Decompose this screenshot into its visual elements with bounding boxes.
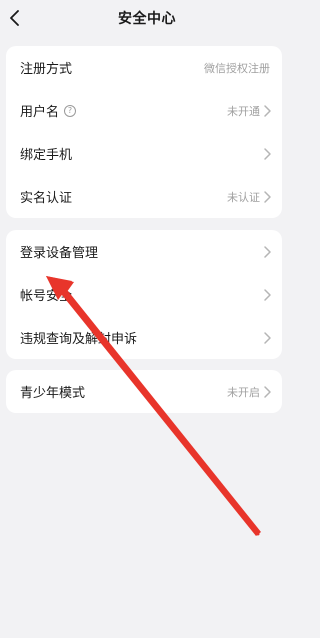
account-info-card: 注册方式 微信授权注册 用户名 ? 未开通 绑定手机 实名认证 未认证 (6, 46, 282, 218)
chevron-right-icon (264, 386, 271, 398)
violation-appeal-row[interactable]: 违规查询及解封申诉 (6, 316, 282, 359)
real-name-auth-row[interactable]: 实名认证 未认证 (6, 175, 282, 218)
chevron-right-icon (264, 148, 271, 160)
row-label: 青少年模式 (20, 386, 86, 401)
chevron-right-icon (264, 105, 271, 117)
youth-mode-row[interactable]: 青少年模式 未开启 (6, 370, 282, 413)
account-security-row[interactable]: 帐号安全 (6, 273, 282, 316)
username-label: 用户名 (20, 105, 60, 120)
row-label: 帐号安全 (20, 289, 73, 304)
chevron-right-icon (264, 246, 271, 258)
row-value: 微信授权注册 (204, 61, 270, 75)
row-value: 未开通 (227, 104, 260, 118)
chevron-right-icon (264, 332, 271, 344)
row-label: 用户名 ? (20, 101, 77, 120)
row-value: 未开启 (227, 385, 260, 399)
chevron-right-icon (264, 191, 271, 203)
bind-phone-row[interactable]: 绑定手机 (6, 132, 282, 175)
chevron-right-icon (264, 289, 271, 301)
row-label: 绑定手机 (20, 148, 73, 163)
youth-mode-card: 青少年模式 未开启 (6, 370, 282, 413)
row-value: 未认证 (227, 190, 260, 204)
top-bar: 安全中心 (0, 0, 294, 36)
row-label: 登录设备管理 (20, 246, 99, 261)
username-row[interactable]: 用户名 ? 未开通 (6, 89, 282, 132)
registration-method-row: 注册方式 微信授权注册 (6, 46, 282, 89)
page-title: 安全中心 (118, 11, 176, 27)
row-label: 违规查询及解封申诉 (20, 332, 138, 347)
row-label: 注册方式 (20, 62, 73, 77)
row-label: 实名认证 (20, 191, 73, 206)
security-card: 登录设备管理 帐号安全 违规查询及解封申诉 (6, 230, 282, 359)
help-icon[interactable]: ? (64, 104, 77, 117)
login-device-management-row[interactable]: 登录设备管理 (6, 230, 282, 273)
